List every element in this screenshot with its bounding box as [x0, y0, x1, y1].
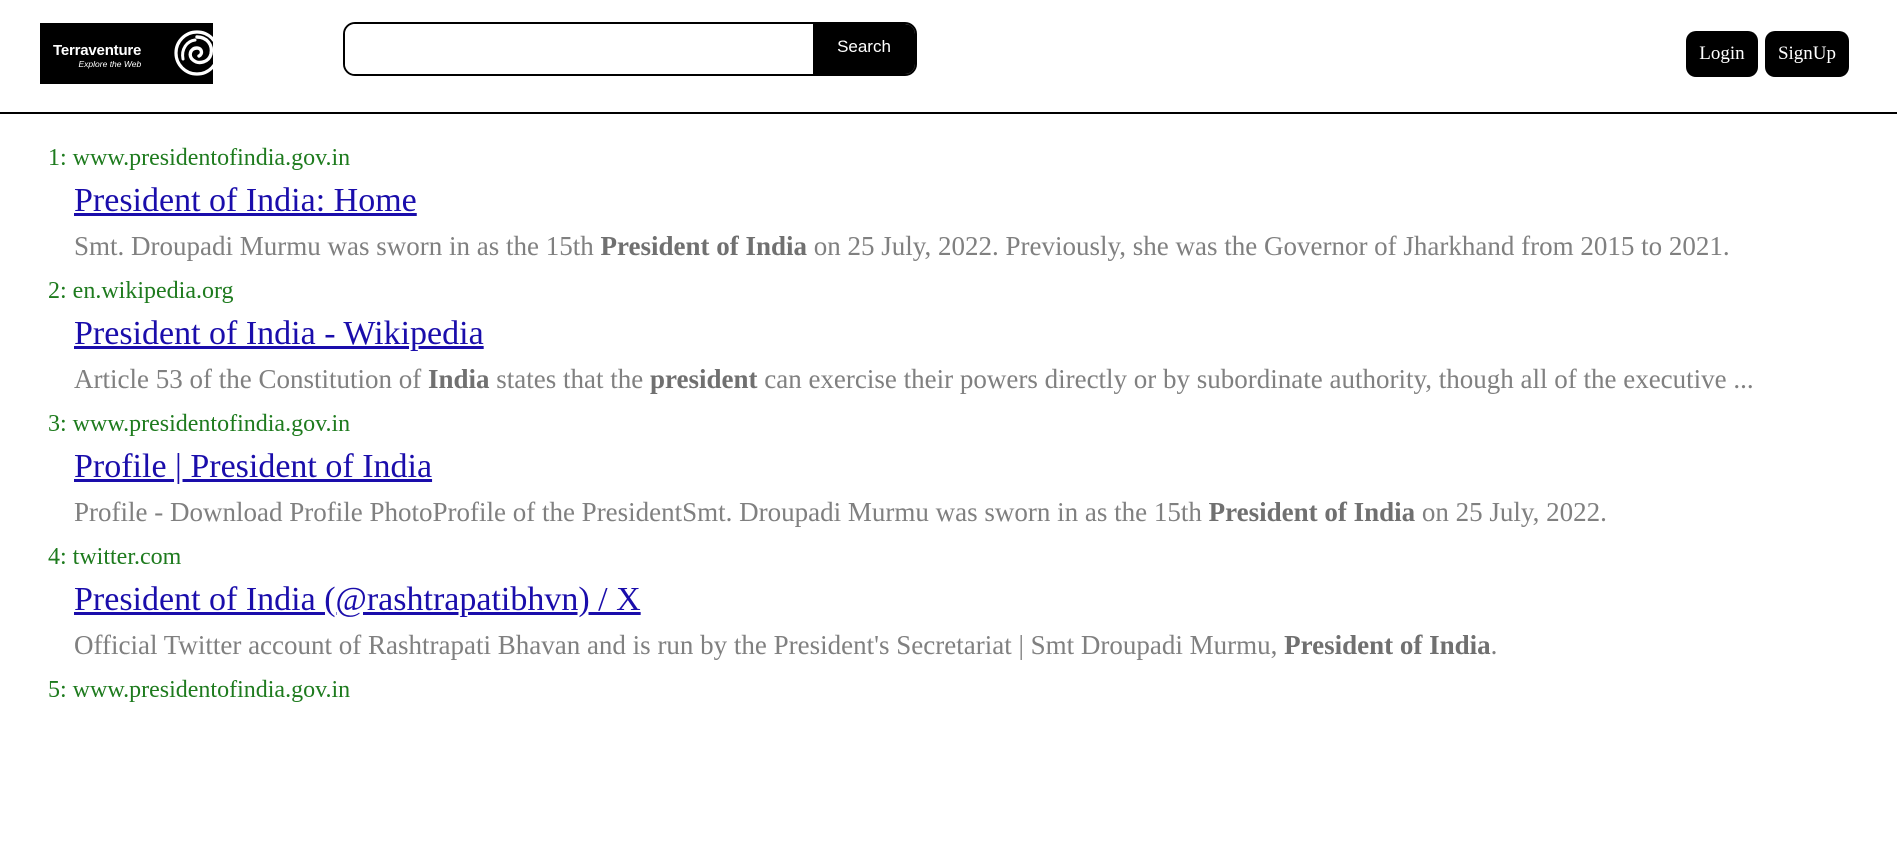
logo-tagline: Explore the Web: [78, 59, 142, 69]
result-source: 2: en.wikipedia.org: [48, 276, 1848, 306]
logo-brand-name: Terraventure: [53, 42, 142, 59]
search-results-page: Terraventure Explore the Web Search Logi…: [0, 0, 1902, 843]
snippet-text: Article 53 of the Constitution of: [74, 364, 428, 394]
snippet-highlight: President of India: [600, 231, 807, 261]
result-index: 3:: [48, 411, 67, 437]
snippet-text: Smt. Droupadi Murmu was sworn in as the …: [74, 231, 601, 261]
result-domain: www.presidentofindia.gov.in: [72, 145, 351, 171]
search-result-item: 5: www.presidentofindia.gov.in: [48, 675, 1848, 705]
snippet-highlight: president: [649, 364, 758, 394]
snippet-text: on 25 July, 2022. Previously, she was th…: [807, 231, 1730, 261]
result-domain: www.presidentofindia.gov.in: [72, 411, 351, 437]
result-index: 2:: [48, 278, 67, 304]
search-result-item: 2: en.wikipedia.org President of India - …: [48, 276, 1848, 396]
result-index: 4:: [48, 544, 67, 570]
result-domain: www.presidentofindia.gov.in: [72, 677, 351, 703]
result-source: 3: www.presidentofindia.gov.in: [48, 409, 1848, 439]
result-source: 4: twitter.com: [48, 542, 1848, 572]
signup-button[interactable]: SignUp: [1765, 31, 1849, 77]
snippet-text: can exercise their powers directly or by…: [757, 364, 1754, 394]
result-snippet: Smt. Droupadi Murmu was sworn in as the …: [74, 229, 1874, 263]
result-title-link[interactable]: President of India - Wikipedia: [74, 315, 484, 353]
result-index: 5:: [48, 677, 67, 703]
result-index: 1:: [48, 145, 67, 171]
search-result-item: 3: www.presidentofindia.gov.in Profile | …: [48, 409, 1848, 529]
snippet-text: states that the: [489, 364, 650, 394]
logo-text: Terraventure Explore the Web: [53, 43, 141, 69]
search-form: Search: [343, 22, 917, 76]
search-button[interactable]: Search: [813, 24, 915, 74]
result-title-link[interactable]: President of India (@rashtrapatibhvn) / …: [74, 581, 641, 619]
results-list: 1: www.presidentofindia.gov.in President …: [48, 143, 1848, 718]
snippet-highlight: President of India: [1284, 630, 1491, 660]
result-source: 1: www.presidentofindia.gov.in: [48, 143, 1848, 173]
result-source: 5: www.presidentofindia.gov.in: [48, 675, 1848, 705]
terraventure-logo[interactable]: Terraventure Explore the Web: [40, 23, 220, 84]
top-header: Terraventure Explore the Web Search Logi…: [0, 0, 1897, 114]
result-domain: en.wikipedia.org: [72, 278, 234, 304]
snippet-highlight: India: [427, 364, 490, 394]
snippet-highlight: President of India: [1208, 497, 1416, 527]
result-title-link[interactable]: President of India: Home: [74, 182, 417, 220]
search-result-item: 1: www.presidentofindia.gov.in President …: [48, 143, 1848, 263]
result-domain: twitter.com: [72, 544, 182, 570]
swirl-logo-icon: [174, 30, 220, 76]
snippet-text: Official Twitter account of Rashtrapati …: [74, 630, 1285, 660]
search-input[interactable]: [345, 24, 813, 74]
snippet-text: .: [1490, 630, 1498, 660]
snippet-text: Profile - Download Profile PhotoProfile …: [74, 497, 1209, 527]
result-title-link[interactable]: Profile | President of India: [74, 448, 432, 486]
result-snippet: Article 53 of the Constitution of India …: [74, 362, 1874, 396]
result-snippet: Official Twitter account of Rashtrapati …: [74, 628, 1874, 662]
result-snippet: Profile - Download Profile PhotoProfile …: [74, 495, 1874, 529]
snippet-text: on 25 July, 2022.: [1415, 497, 1607, 527]
search-result-item: 4: twitter.com President of India (@rasht…: [48, 542, 1848, 662]
login-button[interactable]: Login: [1686, 31, 1758, 77]
